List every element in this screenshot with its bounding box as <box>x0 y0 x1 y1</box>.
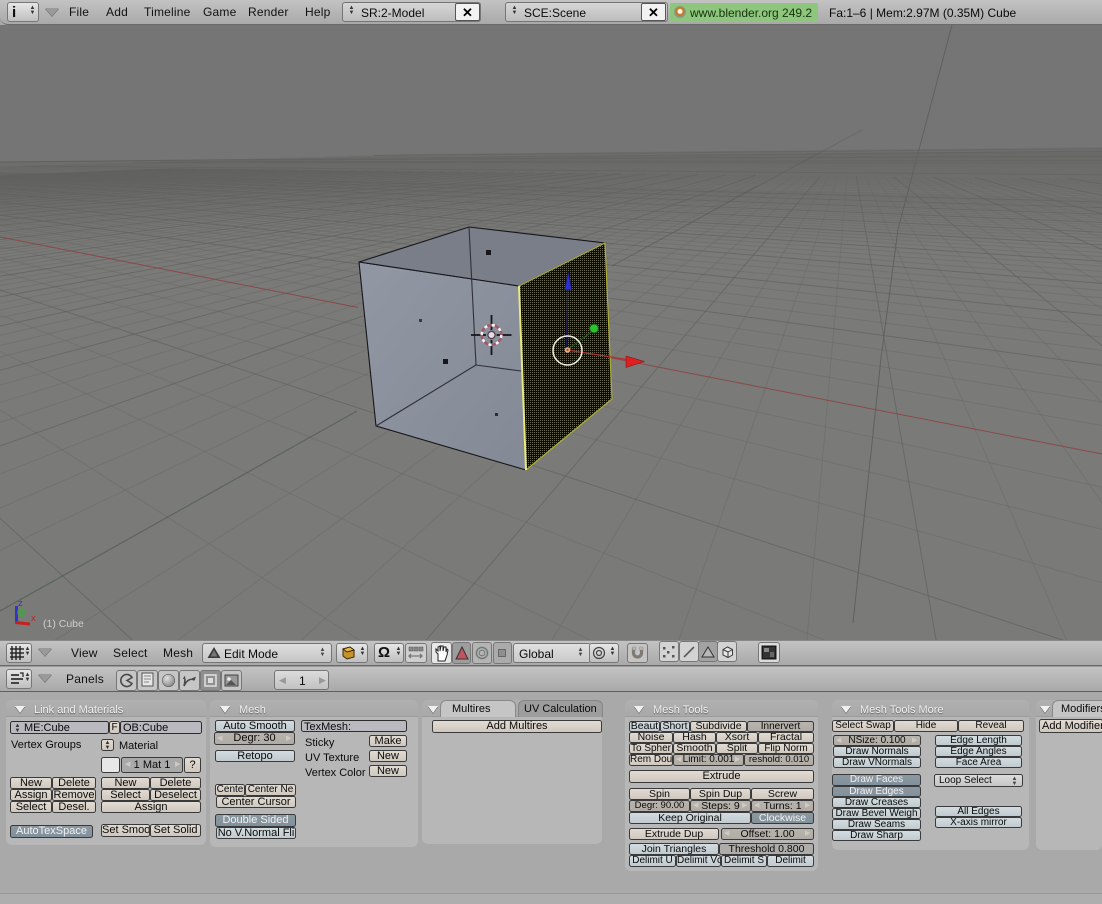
svg-text:(1) Cube: (1) Cube <box>43 618 84 630</box>
svg-text:x: x <box>31 613 36 624</box>
svg-text:z: z <box>18 598 23 609</box>
